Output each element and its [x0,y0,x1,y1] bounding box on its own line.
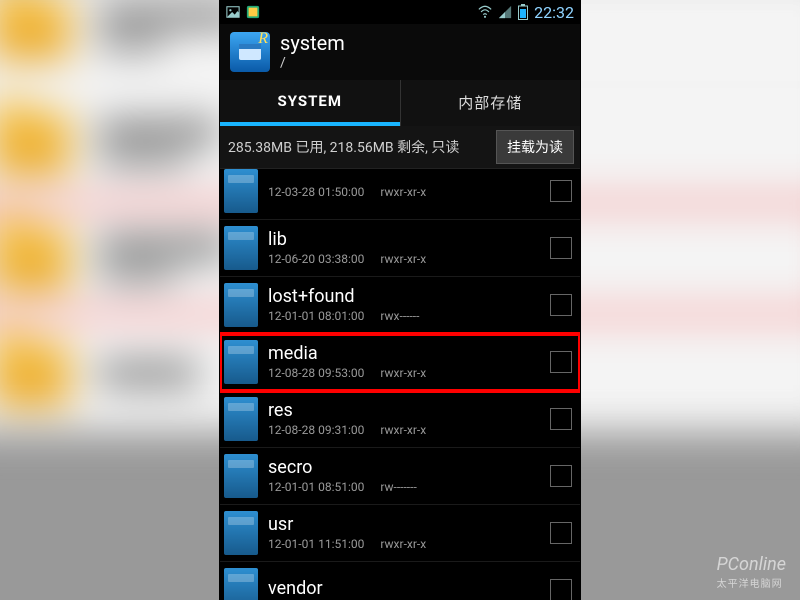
page-title: system [280,32,345,55]
phone-screen: 22:32 R system / SYSTEM 内部存储 285.38MB 已用… [220,0,580,600]
app-notification-icon [246,5,260,19]
file-permissions: rwxr-xr-x [380,537,426,551]
file-name: lost+found [268,287,544,307]
folder-icon [224,340,258,384]
file-date: 12-08-28 09:53:00 [268,366,364,380]
watermark-subtext: 太平洋电脑网 [717,575,786,590]
app-icon-badge: R [258,30,268,48]
file-date: 12-01-01 08:01:00 [268,309,364,323]
file-name: usr [268,515,544,535]
title-bar: R system / [220,24,580,80]
checkbox[interactable] [550,294,572,316]
mount-button[interactable]: 挂载为读 [496,130,574,164]
tab-bar: SYSTEM 内部存储 [220,80,580,126]
checkbox[interactable] [550,237,572,259]
folder-icon [224,226,258,270]
file-permissions: rwxr-xr-x [380,423,426,437]
file-date: 12-01-01 11:51:00 [268,537,364,551]
storage-info-row: 285.38MB 已用, 218.56MB 剩余, 只读 挂载为读 [220,126,580,169]
tab-system[interactable]: SYSTEM [220,80,400,126]
breadcrumb: / [280,55,345,71]
app-icon[interactable]: R [230,32,270,72]
file-date: 12-06-20 03:38:00 [268,252,364,266]
storage-info-text: 285.38MB 已用, 218.56MB 剩余, 只读 [220,129,496,165]
file-name: res [268,401,544,421]
tab-internal-storage[interactable]: 内部存储 [400,80,581,126]
folder-icon [224,397,258,441]
file-permissions: rwxr-xr-x [380,185,426,199]
file-name: secro [268,458,544,478]
list-item[interactable]: 12-03-28 01:50:00 rwxr-xr-x [220,169,580,220]
folder-icon [224,568,258,600]
file-permissions: rwxr-xr-x [380,366,426,380]
watermark: PConline 太平洋电脑网 [717,554,786,590]
list-item[interactable]: secro 12-01-01 08:51:00 rw------- [220,448,580,505]
checkbox[interactable] [550,579,572,600]
file-date: 12-03-28 01:50:00 [268,185,364,199]
checkbox[interactable] [550,408,572,430]
file-permissions: rw------- [380,480,416,494]
list-item[interactable]: res 12-08-28 09:31:00 rwxr-xr-x [220,391,580,448]
folder-icon [224,283,258,327]
clock: 22:32 [534,3,574,22]
checkbox[interactable] [550,351,572,373]
checkbox[interactable] [550,180,572,202]
folder-icon [224,511,258,555]
file-name: vendor [268,579,544,599]
signal-icon [498,5,512,19]
status-bar: 22:32 [220,0,580,24]
battery-icon [518,4,528,20]
folder-icon [224,169,258,213]
wifi-icon [478,5,492,19]
checkbox[interactable] [550,465,572,487]
file-name: lib [268,230,544,250]
file-permissions: rwx------ [380,309,419,323]
list-item[interactable]: usr 12-01-01 11:51:00 rwxr-xr-x [220,505,580,562]
file-list[interactable]: 12-03-28 01:50:00 rwxr-xr-x lib 12-06-20 03… [220,169,580,600]
folder-icon [224,454,258,498]
checkbox[interactable] [550,522,572,544]
list-item[interactable]: media 12-08-28 09:53:00 rwxr-xr-x [220,334,580,391]
list-item[interactable]: vendor [220,562,580,600]
file-name: media [268,344,544,364]
list-item[interactable]: lib 12-06-20 03:38:00 rwxr-xr-x [220,220,580,277]
file-date: 12-08-28 09:31:00 [268,423,364,437]
file-permissions: rwxr-xr-x [380,252,426,266]
watermark-text: PConline [717,554,786,575]
file-date: 12-01-01 08:51:00 [268,480,364,494]
list-item[interactable]: lost+found 12-01-01 08:01:00 rwx------ [220,277,580,334]
picture-icon [226,5,240,19]
